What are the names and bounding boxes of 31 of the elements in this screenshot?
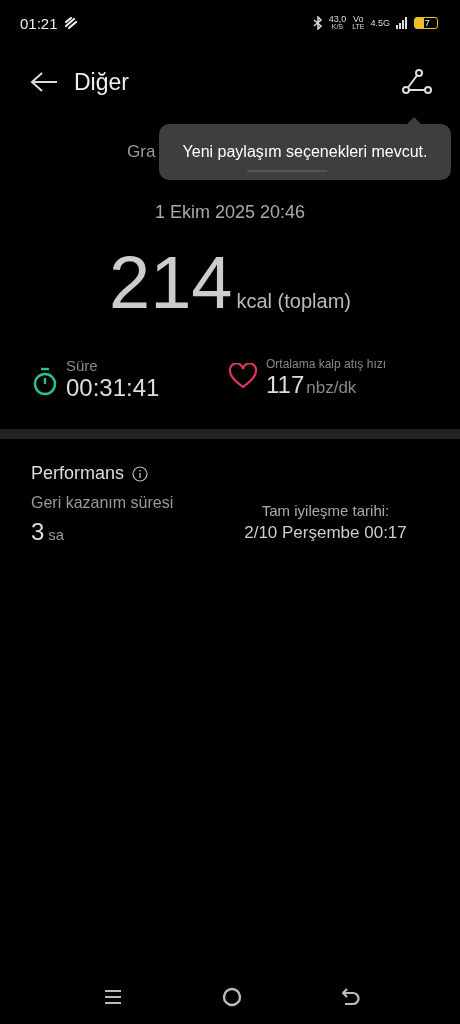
data-speed: 43,0 <box>328 15 347 23</box>
recovery-unit: sa <box>48 526 65 543</box>
tooltip: Yeni paylaşım seçenekleri mevcut. <box>159 124 451 180</box>
battery-level: 7 <box>424 18 430 28</box>
clock-time: 01:21 <box>20 14 58 32</box>
calories-value: 214 <box>109 243 233 323</box>
share-icon[interactable] <box>402 69 432 95</box>
menu-icon[interactable] <box>104 988 122 1006</box>
home-icon[interactable] <box>222 987 242 1007</box>
full-recovery-label: Tam iyileşme tarihi: <box>260 502 391 519</box>
metric-value: 117 <box>266 371 305 399</box>
recovery-value: 3 <box>31 518 45 545</box>
info-icon[interactable] <box>132 465 149 482</box>
calories-unit: kcal (toplam) <box>236 290 351 313</box>
volte-label: Vo <box>353 15 364 23</box>
page-title: Diğer <box>74 68 130 96</box>
back-icon[interactable] <box>30 71 58 93</box>
section-title: Performans <box>31 463 125 484</box>
network-type: 4.5G <box>370 18 390 28</box>
metric-unit: nbz/dk <box>306 378 357 398</box>
signal-icon <box>396 17 408 29</box>
metric-label: Ortalama kalp atış hızı <box>266 357 387 371</box>
metric-value: 00:31:41 <box>66 374 160 402</box>
activity-subtitle: Gra <box>127 142 156 161</box>
bluetooth-icon <box>312 16 323 30</box>
recovery-label: Geri kazanım süresi <box>31 494 175 512</box>
app-notification-icon <box>63 17 78 29</box>
workout-date: 1 Ekim 2025 20:46 <box>154 202 306 222</box>
metric-label: Süre <box>66 357 99 374</box>
back-icon[interactable] <box>342 987 360 1007</box>
full-recovery-date: 2/10 Perşembe 00:17 <box>243 523 408 543</box>
